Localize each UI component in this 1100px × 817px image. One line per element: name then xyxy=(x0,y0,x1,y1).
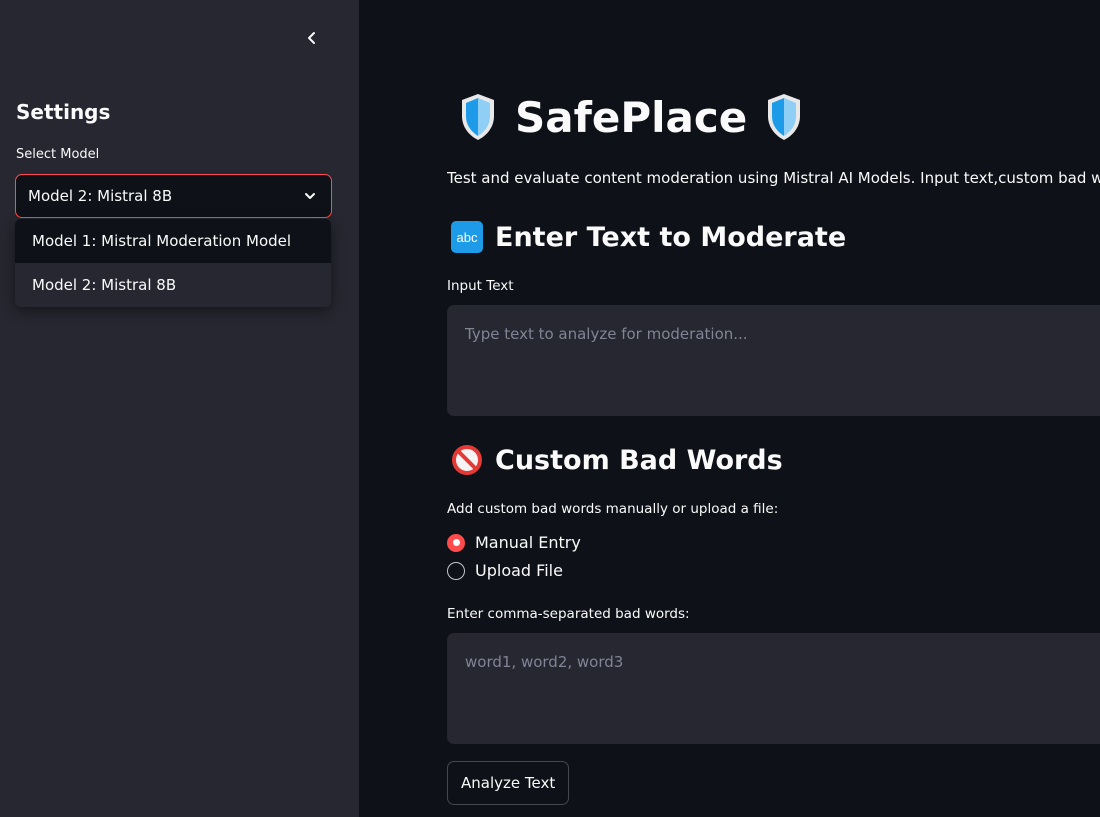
app-description: Test and evaluate content moderation usi… xyxy=(447,169,1100,187)
main-content: SafePlace Test and evaluate content mode… xyxy=(359,0,1100,817)
chevron-down-icon xyxy=(301,187,319,205)
section-enter-text: abc Enter Text to Moderate xyxy=(451,221,846,253)
shield-icon xyxy=(462,94,494,140)
page-title: SafePlace xyxy=(515,92,748,142)
sidebar: Settings Select Model Model 2: Mistral 8… xyxy=(0,0,359,817)
chevron-left-icon xyxy=(308,32,315,44)
collapse-sidebar-button[interactable] xyxy=(300,26,324,50)
shield-icon xyxy=(768,94,801,140)
radio-label: Manual Entry xyxy=(475,533,581,552)
radio-manual-entry[interactable]: Manual Entry xyxy=(447,533,581,552)
sidebar-title: Settings xyxy=(16,100,111,124)
app-header: SafePlace xyxy=(459,92,803,142)
radio-button xyxy=(447,561,465,580)
input-text-area[interactable] xyxy=(447,305,1100,416)
model-dropdown-menu: Model 1: Mistral Moderation Model Model … xyxy=(15,219,331,307)
bad-words-mode-label: Add custom bad words manually or upload … xyxy=(447,501,779,517)
bad-words-input-label: Enter comma-separated bad words: xyxy=(447,606,690,622)
section-heading: Enter Text to Moderate xyxy=(495,221,847,253)
section-heading: Custom Bad Words xyxy=(495,444,783,476)
model-select[interactable]: Model 2: Mistral 8B xyxy=(15,174,332,218)
radio-upload-file[interactable]: Upload File xyxy=(447,561,563,580)
model-option-2[interactable]: Model 2: Mistral 8B xyxy=(15,263,331,307)
model-option-1[interactable]: Model 1: Mistral Moderation Model xyxy=(15,219,331,263)
prohibited-icon xyxy=(452,445,482,475)
select-model-label: Select Model xyxy=(16,147,100,162)
analyze-text-button[interactable]: Analyze Text xyxy=(447,761,570,805)
radio-button-selected xyxy=(447,533,465,552)
bad-words-textarea[interactable] xyxy=(447,633,1100,744)
abc-icon: abc xyxy=(451,221,483,253)
model-select-value: Model 2: Mistral 8B xyxy=(28,187,173,205)
input-text-label: Input Text xyxy=(447,278,514,294)
section-bad-words: Custom Bad Words xyxy=(451,444,783,476)
radio-label: Upload File xyxy=(475,561,563,580)
